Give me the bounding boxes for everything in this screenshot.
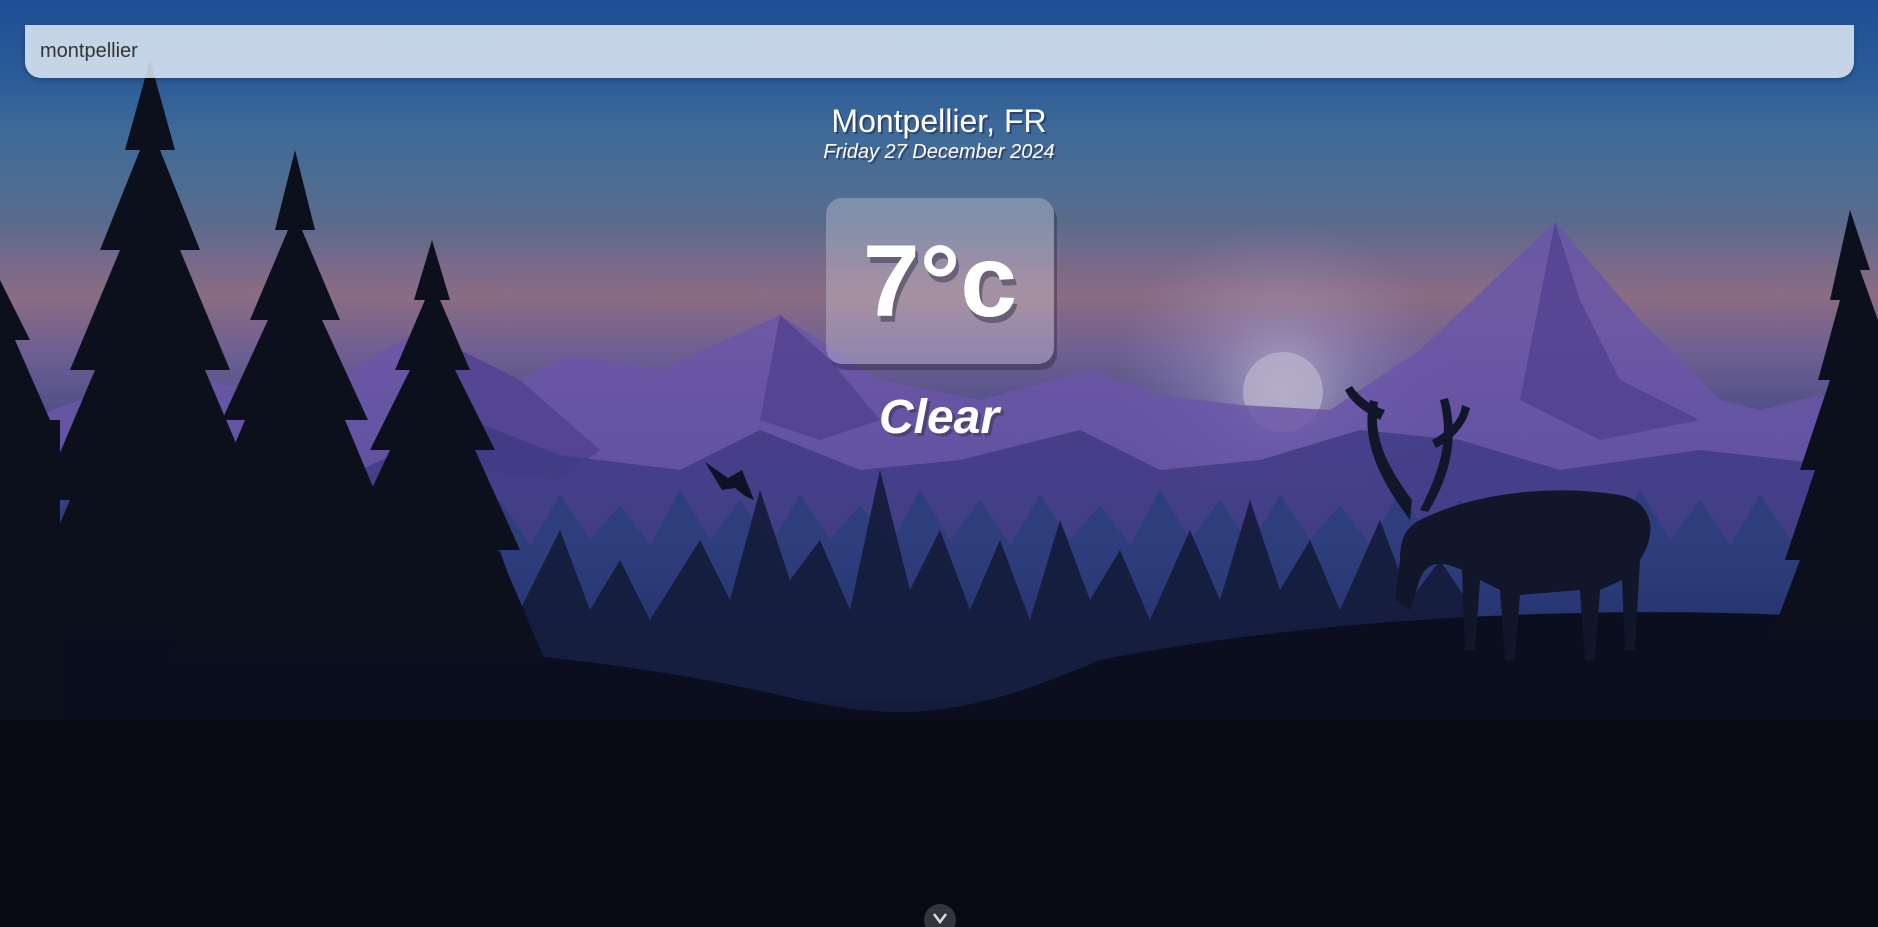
search-box bbox=[25, 25, 1854, 78]
weather-app: Montpellier, FR Friday 27 December 2024 … bbox=[0, 0, 1878, 927]
chevron-down-icon bbox=[933, 913, 947, 924]
temperature-value: 7°c bbox=[862, 223, 1018, 338]
bottom-vignette bbox=[0, 720, 1878, 927]
location-box: Montpellier, FR Friday 27 December 2024 bbox=[0, 103, 1878, 164]
location-name: Montpellier, FR bbox=[831, 103, 1047, 139]
temperature-card: 7°c bbox=[826, 198, 1054, 364]
weather-condition: Clear bbox=[878, 391, 1000, 444]
current-date: Friday 27 December 2024 bbox=[823, 141, 1055, 164]
search-input[interactable] bbox=[25, 25, 1854, 78]
